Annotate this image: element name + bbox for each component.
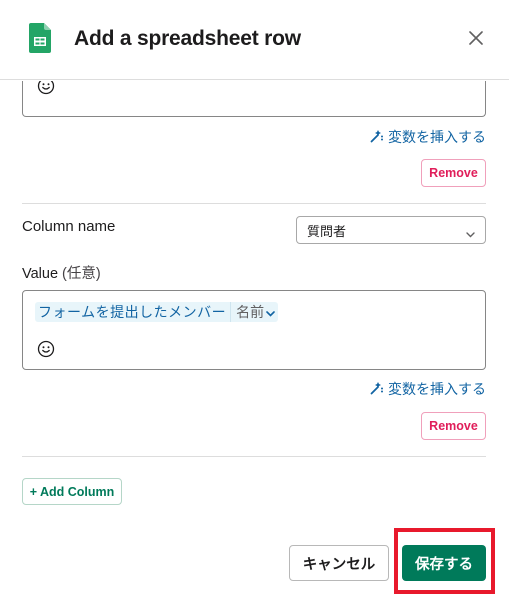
divider [22,203,486,204]
save-button[interactable]: 保存する [402,545,486,581]
insert-variable-label: 変数を挿入する [388,129,486,145]
cancel-button[interactable]: キャンセル [289,545,389,581]
insert-variable-link[interactable]: 変数を挿入する [370,127,486,147]
google-sheets-icon [29,23,51,53]
insert-variable-label: 変数を挿入する [388,381,486,397]
variable-source: フォームを提出したメンバー [35,302,232,322]
magic-wand-icon [370,381,384,398]
remove-column-button[interactable]: Remove [421,412,486,440]
chevron-down-icon [466,226,475,241]
add-spreadsheet-row-modal: Add a spreadsheet row 変数を挿入する Remove Col… [0,0,509,603]
variable-field-selector[interactable]: 名前 [231,302,278,322]
variable-field: 名前 [236,304,265,320]
column-name-label: Column name [22,218,116,235]
chevron-down-icon [266,302,275,322]
value-label-text: Value [22,266,59,282]
insert-variable-link[interactable]: 変数を挿入する [370,379,486,399]
value-input[interactable]: フォームを提出したメンバー 名前 [22,290,486,370]
optional-label: (任意) [62,266,101,282]
add-column-button[interactable]: + Add Column [22,478,122,505]
emoji-icon[interactable] [37,340,55,358]
previous-value-input[interactable] [22,81,486,117]
value-label: Value (任意) [22,262,101,283]
remove-column-button[interactable]: Remove [421,159,486,187]
close-button[interactable] [464,28,488,52]
emoji-icon[interactable] [37,81,55,95]
modal-body: 変数を挿入する Remove Column name 質問者 Value (任意… [0,81,509,521]
divider [22,456,486,457]
column-name-value: 質問者 [307,223,347,239]
modal-title: Add a spreadsheet row [74,27,301,50]
variable-chip[interactable]: フォームを提出したメンバー 名前 [35,302,279,322]
modal-header: Add a spreadsheet row [0,0,509,80]
column-name-select[interactable]: 質問者 [296,216,486,244]
magic-wand-icon [370,129,384,146]
close-icon [469,30,483,50]
